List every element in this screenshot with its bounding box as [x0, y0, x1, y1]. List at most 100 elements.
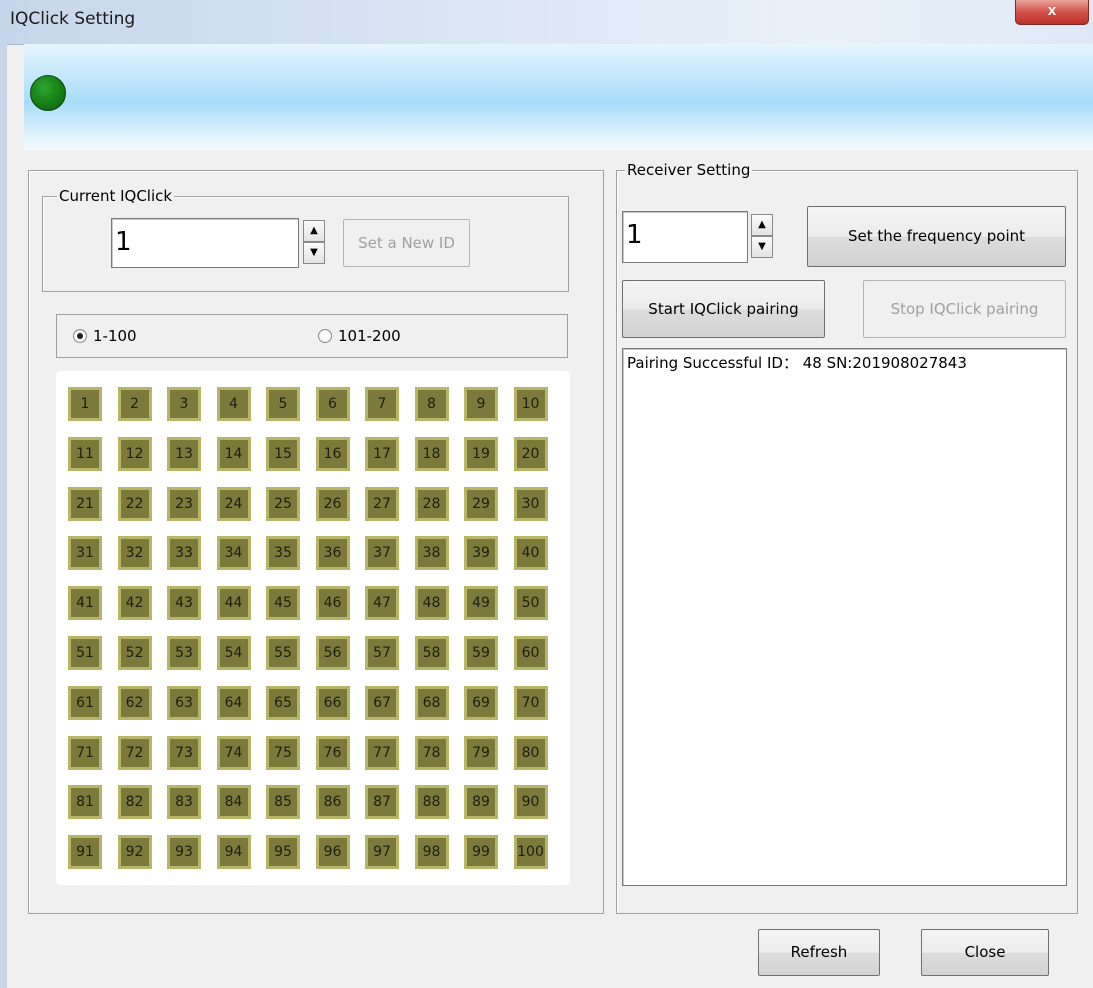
id-cell[interactable]: 47 [365, 586, 399, 621]
id-cell[interactable]: 51 [68, 636, 102, 670]
id-cell[interactable]: 41 [68, 586, 102, 621]
id-cell[interactable]: 52 [117, 636, 152, 670]
id-cell[interactable]: 84 [216, 785, 251, 820]
id-cell[interactable]: 79 [464, 735, 498, 770]
id-cell[interactable]: 74 [216, 735, 251, 770]
id-cell[interactable]: 46 [315, 586, 350, 621]
id-cell[interactable]: 55 [266, 636, 300, 670]
id-cell[interactable]: 36 [315, 536, 350, 571]
id-cell[interactable]: 4 [216, 387, 251, 421]
id-cell[interactable]: 64 [216, 685, 251, 720]
id-cell[interactable]: 5 [266, 387, 300, 421]
pairing-log[interactable]: Pairing Successful ID： 48 SN:20190802784… [622, 348, 1067, 886]
id-cell[interactable]: 92 [117, 835, 152, 870]
id-cell[interactable]: 100 [513, 835, 548, 870]
id-cell[interactable]: 61 [68, 685, 102, 720]
close-window-button[interactable]: x [1015, 0, 1089, 25]
id-cell[interactable]: 21 [68, 486, 102, 521]
id-cell[interactable]: 40 [513, 536, 548, 571]
id-cell[interactable]: 75 [266, 735, 300, 770]
id-cell[interactable]: 43 [167, 586, 201, 621]
id-cell[interactable]: 96 [315, 835, 350, 870]
id-cell[interactable]: 72 [117, 735, 152, 770]
id-cell[interactable]: 56 [315, 636, 350, 670]
id-cell[interactable]: 18 [414, 436, 449, 471]
spin-down-icon[interactable]: ▼ [303, 242, 325, 264]
id-cell[interactable]: 71 [68, 735, 102, 770]
id-cell[interactable]: 50 [513, 586, 548, 621]
id-cell[interactable]: 66 [315, 685, 350, 720]
set-new-id-button[interactable]: Set a New ID [343, 219, 470, 267]
current-id-spinner[interactable]: ▲ ▼ [303, 220, 325, 264]
id-cell[interactable]: 10 [513, 387, 548, 421]
id-cell[interactable]: 65 [266, 685, 300, 720]
id-cell[interactable]: 19 [464, 436, 498, 471]
id-cell[interactable]: 70 [513, 685, 548, 720]
id-cell[interactable]: 8 [414, 387, 449, 421]
id-cell[interactable]: 85 [266, 785, 300, 820]
spin-up-icon[interactable]: ▲ [303, 220, 325, 242]
id-cell[interactable]: 78 [414, 735, 449, 770]
id-cell[interactable]: 94 [216, 835, 251, 870]
id-cell[interactable]: 73 [167, 735, 201, 770]
id-cell[interactable]: 86 [315, 785, 350, 820]
id-cell[interactable]: 37 [365, 536, 399, 571]
frequency-input[interactable]: 1 [622, 211, 748, 263]
id-cell[interactable]: 82 [117, 785, 152, 820]
id-cell[interactable]: 34 [216, 536, 251, 571]
spin-down-icon[interactable]: ▼ [751, 236, 773, 258]
current-id-input[interactable]: 1 [111, 218, 299, 268]
id-cell[interactable]: 95 [266, 835, 300, 870]
id-cell[interactable]: 67 [365, 685, 399, 720]
id-cell[interactable]: 87 [365, 785, 399, 820]
id-cell[interactable]: 15 [266, 436, 300, 471]
id-cell[interactable]: 26 [315, 486, 350, 521]
id-cell[interactable]: 3 [167, 387, 201, 421]
id-cell[interactable]: 38 [414, 536, 449, 571]
id-cell[interactable]: 1 [68, 387, 102, 421]
set-frequency-button[interactable]: Set the frequency point [807, 206, 1066, 267]
id-cell[interactable]: 77 [365, 735, 399, 770]
refresh-button[interactable]: Refresh [758, 929, 880, 976]
id-cell[interactable]: 54 [216, 636, 251, 670]
id-cell[interactable]: 88 [414, 785, 449, 820]
start-pairing-button[interactable]: Start IQClick pairing [622, 280, 825, 338]
id-cell[interactable]: 12 [117, 436, 152, 471]
id-cell[interactable]: 6 [315, 387, 350, 421]
id-cell[interactable]: 29 [464, 486, 498, 521]
id-cell[interactable]: 22 [117, 486, 152, 521]
id-cell[interactable]: 2 [117, 387, 152, 421]
id-cell[interactable]: 98 [414, 835, 449, 870]
frequency-spinner[interactable]: ▲ ▼ [751, 214, 773, 258]
id-cell[interactable]: 44 [216, 586, 251, 621]
spin-up-icon[interactable]: ▲ [751, 214, 773, 236]
id-cell[interactable]: 7 [365, 387, 399, 421]
id-cell[interactable]: 20 [513, 436, 548, 471]
id-cell[interactable]: 80 [513, 735, 548, 770]
id-cell[interactable]: 60 [513, 636, 548, 670]
id-cell[interactable]: 93 [167, 835, 201, 870]
id-cell[interactable]: 99 [464, 835, 498, 870]
id-cell[interactable]: 23 [167, 486, 201, 521]
id-cell[interactable]: 35 [266, 536, 300, 571]
id-cell[interactable]: 76 [315, 735, 350, 770]
id-cell[interactable]: 17 [365, 436, 399, 471]
radio-1-100[interactable]: 1-100 [73, 326, 193, 346]
id-cell[interactable]: 42 [117, 586, 152, 621]
id-cell[interactable]: 49 [464, 586, 498, 621]
id-cell[interactable]: 91 [68, 835, 102, 870]
stop-pairing-button[interactable]: Stop IQClick pairing [863, 280, 1066, 338]
id-cell[interactable]: 25 [266, 486, 300, 521]
id-cell[interactable]: 68 [414, 685, 449, 720]
id-cell[interactable]: 28 [414, 486, 449, 521]
id-cell[interactable]: 11 [68, 436, 102, 471]
id-cell[interactable]: 63 [167, 685, 201, 720]
id-cell[interactable]: 59 [464, 636, 498, 670]
id-cell[interactable]: 30 [513, 486, 548, 521]
radio-101-200[interactable]: 101-200 [318, 326, 448, 346]
id-cell[interactable]: 45 [266, 586, 300, 621]
id-cell[interactable]: 16 [315, 436, 350, 471]
id-cell[interactable]: 62 [117, 685, 152, 720]
id-cell[interactable]: 33 [167, 536, 201, 571]
id-cell[interactable]: 83 [167, 785, 201, 820]
